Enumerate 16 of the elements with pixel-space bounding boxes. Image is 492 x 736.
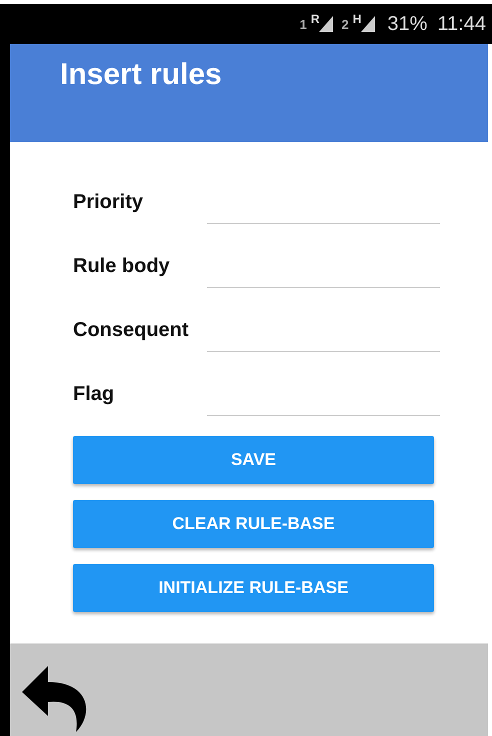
network-type: R [310, 12, 320, 26]
field-label: Rule body [73, 255, 171, 279]
field-label: Flag [73, 383, 116, 407]
clock-time: 11:44 [437, 12, 486, 36]
action-button[interactable]: CLEAR RULE-BASE [73, 500, 434, 548]
battery-level: 31% [387, 12, 428, 36]
action-button[interactable]: INITIALIZE RULE-BASE [73, 564, 434, 612]
network-type: H [352, 12, 362, 26]
screen-title: Insert rules [60, 58, 222, 92]
action-button[interactable]: SAVE [73, 436, 434, 484]
field-label: Consequent [73, 319, 190, 343]
sim-number: 1 [300, 16, 307, 32]
field-label: Priority [73, 191, 144, 215]
signal-icon [319, 16, 334, 32]
sim-number: 2 [341, 16, 349, 32]
signal-icon [361, 16, 376, 32]
